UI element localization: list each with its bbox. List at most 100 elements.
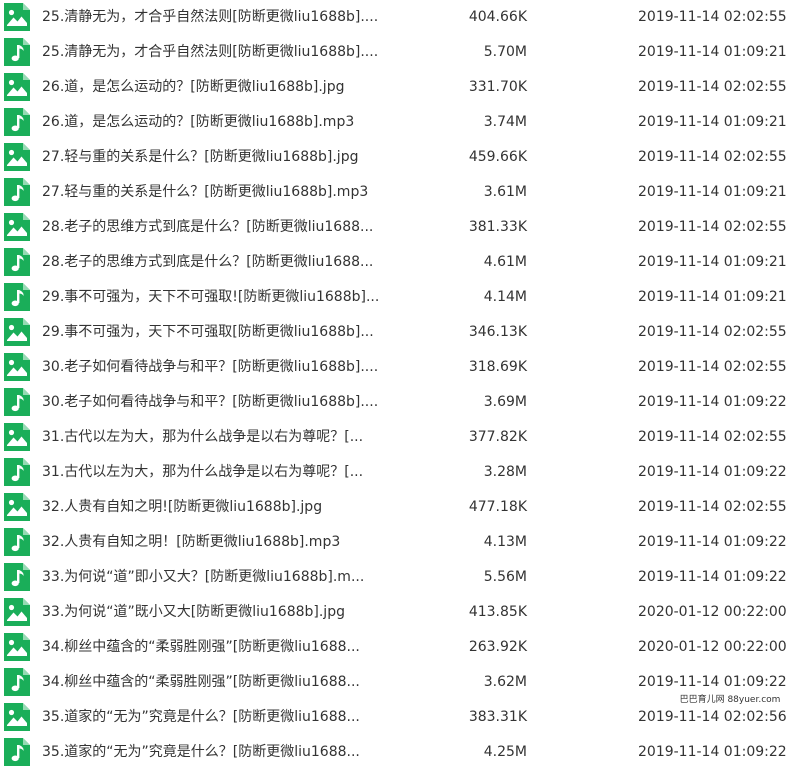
- file-modified-date: 2019-11-14 01:09:22: [638, 744, 787, 760]
- file-row[interactable]: 33.为何说“道”既小又大[防断更微liu1688b].jpg 413.85K 20…: [0, 595, 800, 630]
- file-size: 404.66K: [468, 9, 527, 25]
- audio-file-icon: [4, 283, 30, 311]
- file-row[interactable]: 27.轻与重的关系是什么？[防断更微liu1688b].jpg 459.66K 20…: [0, 140, 800, 175]
- file-size: 3.62M: [483, 674, 527, 690]
- file-row[interactable]: 28.老子的思维方式到底是什么？[防断更微liu1688... 381.33K 20…: [0, 210, 800, 245]
- audio-file-icon: [4, 178, 30, 206]
- file-name: 34.柳丝中蕴含的“柔弱胜刚强”[防断更微liu1688...: [42, 639, 360, 655]
- file-row[interactable]: 28.老子的思维方式到底是什么？[防断更微liu1688... 4.61M 2019…: [0, 245, 800, 280]
- file-modified-date: 2019-11-14 02:02:55: [638, 429, 787, 445]
- file-name: 29.事不可强为，天下不可强取[防断更微liu1688b]...: [42, 324, 374, 340]
- image-file-icon: [4, 3, 30, 31]
- file-row[interactable]: 25.清静无为，才合乎自然法则[防断更微liu1688b].... 404.66K…: [0, 0, 800, 35]
- image-file-icon: [4, 493, 30, 521]
- file-name: 28.老子的思维方式到底是什么？[防断更微liu1688...: [42, 254, 374, 270]
- file-row[interactable]: 26.道，是怎么运动的？[防断更微liu1688b].jpg 331.70K 201…: [0, 70, 800, 105]
- file-name: 25.清静无为，才合乎自然法则[防断更微liu1688b]....: [42, 9, 379, 25]
- file-modified-date: 2019-11-14 01:09:22: [638, 569, 787, 585]
- file-row[interactable]: 29.事不可强为，天下不可强取![防断更微liu1688b]... 4.14M 20…: [0, 280, 800, 315]
- audio-file-icon: [4, 458, 30, 486]
- image-file-icon: [4, 318, 30, 346]
- file-row[interactable]: 32.人贵有自知之明！[防断更微liu1688b].mp3 4.13M 2019-1…: [0, 525, 800, 560]
- file-size: 3.69M: [483, 394, 527, 410]
- file-modified-date: 2019-11-14 01:09:21: [638, 289, 787, 305]
- file-modified-date: 2019-11-14 01:09:22: [638, 394, 787, 410]
- file-row[interactable]: 31.古代以左为大，那为什么战争是以右为尊呢？[... 3.28M 2019-11-…: [0, 455, 800, 490]
- image-file-icon: [4, 143, 30, 171]
- file-size: 4.25M: [483, 744, 527, 760]
- file-modified-date: 2020-01-12 00:22:00: [638, 604, 787, 620]
- file-modified-date: 2019-11-14 02:02:55: [638, 499, 787, 515]
- file-row[interactable]: 30.老子如何看待战争与和平？[防断更微liu1688b].... 318.69K…: [0, 350, 800, 385]
- file-name: 30.老子如何看待战争与和平？[防断更微liu1688b]....: [42, 359, 379, 375]
- file-modified-date: 2019-11-14 02:02:55: [638, 219, 787, 235]
- file-size: 331.70K: [468, 79, 527, 95]
- file-name: 33.为何说“道”既小又大[防断更微liu1688b].jpg: [42, 604, 345, 620]
- file-name: 29.事不可强为，天下不可强取![防断更微liu1688b]...: [42, 289, 380, 305]
- file-name: 35.道家的“无为”究竟是什么？[防断更微liu1688...: [42, 709, 360, 725]
- file-modified-date: 2019-11-14 02:02:55: [638, 359, 787, 375]
- file-row[interactable]: 26.道，是怎么运动的？[防断更微liu1688b].mp3 3.74M 2019-…: [0, 105, 800, 140]
- audio-file-icon: [4, 248, 30, 276]
- file-size: 263.92K: [468, 639, 527, 655]
- file-modified-date: 2019-11-14 02:02:55: [638, 9, 787, 25]
- file-size: 383.31K: [468, 709, 527, 725]
- file-row[interactable]: 30.老子如何看待战争与和平？[防断更微liu1688b].... 3.69M 20…: [0, 385, 800, 420]
- file-row[interactable]: 27.轻与重的关系是什么？[防断更微liu1688b].mp3 3.61M 2019…: [0, 175, 800, 210]
- image-file-icon: [4, 353, 30, 381]
- file-row[interactable]: 31.古代以左为大，那为什么战争是以右为尊呢？[... 377.82K 2019-1…: [0, 420, 800, 455]
- file-modified-date: 2019-11-14 01:09:21: [638, 114, 787, 130]
- file-row[interactable]: 35.道家的“无为”究竟是什么？[防断更微liu1688... 4.25M 2019…: [0, 735, 800, 770]
- file-name: 27.轻与重的关系是什么？[防断更微liu1688b].mp3: [42, 184, 369, 200]
- file-size: 318.69K: [468, 359, 527, 375]
- image-file-icon: [4, 423, 30, 451]
- file-size: 377.82K: [468, 429, 527, 445]
- file-modified-date: 2019-11-14 01:09:21: [638, 184, 787, 200]
- audio-file-icon: [4, 738, 30, 766]
- audio-file-icon: [4, 668, 30, 696]
- file-row[interactable]: 34.柳丝中蕴含的“柔弱胜刚强”[防断更微liu1688... 263.92K 20…: [0, 630, 800, 665]
- file-name: 32.人贵有自知之明![防断更微liu1688b].jpg: [42, 499, 323, 515]
- file-size: 3.28M: [483, 464, 527, 480]
- file-size: 3.74M: [483, 114, 527, 130]
- file-modified-date: 2019-11-14 02:02:55: [638, 149, 787, 165]
- image-file-icon: [4, 598, 30, 626]
- file-modified-date: 2019-11-14 02:02:55: [638, 79, 787, 95]
- image-file-icon: [4, 703, 30, 731]
- file-size: 346.13K: [468, 324, 527, 340]
- file-name: 34.柳丝中蕴含的“柔弱胜刚强”[防断更微liu1688...: [42, 674, 360, 690]
- file-row[interactable]: 32.人贵有自知之明![防断更微liu1688b].jpg 477.18K 2019…: [0, 490, 800, 525]
- image-file-icon: [4, 213, 30, 241]
- audio-file-icon: [4, 563, 30, 591]
- audio-file-icon: [4, 388, 30, 416]
- file-row[interactable]: 29.事不可强为，天下不可强取[防断更微liu1688b]... 346.13K 2…: [0, 315, 800, 350]
- file-row[interactable]: 25.清静无为，才合乎自然法则[防断更微liu1688b].... 5.70M 20…: [0, 35, 800, 70]
- file-name: 35.道家的“无为”究竟是什么？[防断更微liu1688...: [42, 744, 360, 760]
- file-row[interactable]: 33.为何说“道”即小又大？[防断更微liu1688b].m... 5.56M 20…: [0, 560, 800, 595]
- file-size: 4.14M: [483, 289, 527, 305]
- file-size: 3.61M: [483, 184, 527, 200]
- file-name: 30.老子如何看待战争与和平？[防断更微liu1688b]....: [42, 394, 379, 410]
- audio-file-icon: [4, 38, 30, 66]
- file-modified-date: 2020-01-12 00:22:00: [638, 639, 787, 655]
- file-name: 28.老子的思维方式到底是什么？[防断更微liu1688...: [42, 219, 374, 235]
- file-size: 4.13M: [483, 534, 527, 550]
- file-size: 413.85K: [468, 604, 527, 620]
- file-size: 477.18K: [468, 499, 527, 515]
- watermark: 巴巴育儿网 88yuer.com: [667, 692, 793, 708]
- image-file-icon: [4, 73, 30, 101]
- file-name: 31.古代以左为大，那为什么战争是以右为尊呢？[...: [42, 464, 364, 480]
- file-size: 381.33K: [468, 219, 527, 235]
- file-modified-date: 2019-11-14 01:09:22: [638, 534, 787, 550]
- audio-file-icon: [4, 528, 30, 556]
- file-size: 4.61M: [483, 254, 527, 270]
- file-modified-date: 2019-11-14 01:09:22: [638, 464, 787, 480]
- file-size: 5.56M: [483, 569, 527, 585]
- file-name: 26.道，是怎么运动的？[防断更微liu1688b].jpg: [42, 79, 345, 95]
- file-modified-date: 2019-11-14 02:02:55: [638, 324, 787, 340]
- file-name: 33.为何说“道”即小又大？[防断更微liu1688b].m...: [42, 569, 365, 585]
- file-name: 25.清静无为，才合乎自然法则[防断更微liu1688b]....: [42, 44, 379, 60]
- file-name: 32.人贵有自知之明！[防断更微liu1688b].mp3: [42, 534, 341, 550]
- image-file-icon: [4, 633, 30, 661]
- file-modified-date: 2019-11-14 01:09:21: [638, 44, 787, 60]
